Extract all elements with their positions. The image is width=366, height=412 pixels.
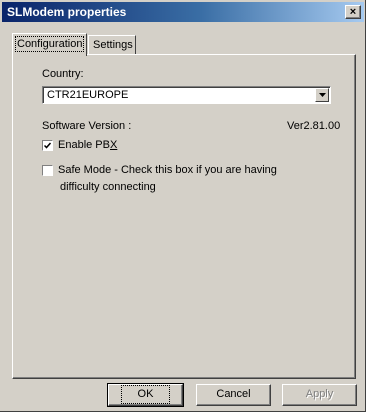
safe-mode-checkbox[interactable] (42, 165, 53, 176)
enable-pbx-accelerator: X (109, 139, 118, 151)
country-label: Country: (42, 68, 84, 80)
ok-button-label: OK (120, 385, 171, 404)
tab-configuration-label: Configuration (14, 36, 85, 52)
tab-settings[interactable]: Settings (88, 35, 136, 55)
enable-pbx-label-prefix: Enable PB (58, 139, 110, 151)
enable-pbx-label[interactable]: Enable PBX (58, 139, 117, 151)
chevron-down-icon (318, 93, 326, 97)
checkmark-icon (44, 142, 51, 149)
properties-dialog: SLModem properties × Configuration Setti… (0, 0, 366, 412)
close-button[interactable]: × (345, 5, 361, 19)
close-icon: × (349, 5, 357, 18)
country-value: CTR21EUROPE (47, 89, 129, 101)
tab-settings-label: Settings (93, 39, 133, 51)
apply-button-label: Apply (305, 388, 334, 400)
tab-configuration[interactable]: Configuration (12, 33, 87, 56)
safe-mode-label-line2[interactable]: difficulty connecting (60, 181, 156, 193)
title-bar[interactable]: SLModem properties × (2, 2, 364, 22)
cancel-button-label: Cancel (216, 388, 251, 400)
software-version-label: Software Version : (42, 120, 132, 132)
enable-pbx-checkbox[interactable] (42, 140, 53, 151)
country-dropdown[interactable]: CTR21EUROPE (42, 86, 331, 104)
software-version-value: Ver2.81.00 (287, 120, 341, 132)
safe-mode-label-line1[interactable]: Safe Mode - Check this box if you are ha… (58, 164, 277, 176)
ok-button[interactable]: OK (107, 383, 184, 407)
dropdown-button[interactable] (315, 88, 329, 102)
window-title: SLModem properties (7, 5, 127, 19)
apply-button[interactable]: Apply (282, 384, 357, 406)
cancel-button[interactable]: Cancel (196, 384, 271, 406)
